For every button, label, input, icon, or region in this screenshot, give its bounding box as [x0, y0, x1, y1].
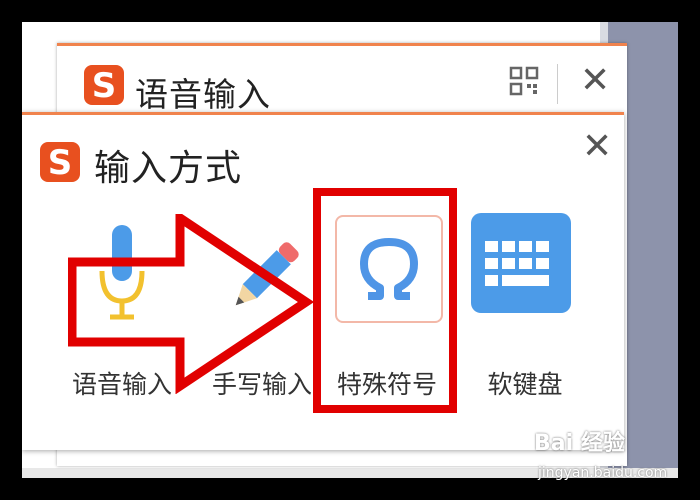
svg-text:S: S	[92, 66, 117, 106]
sogou-logo-icon: S	[82, 63, 126, 111]
soft-keyboard-button[interactable]: 软键盘	[465, 213, 585, 399]
close-icon[interactable]: ✕	[580, 63, 610, 99]
watermark-brand: Bai 经验	[534, 431, 625, 456]
highlight-frame	[313, 188, 457, 413]
svg-text:S: S	[48, 143, 73, 183]
panel-title: 输入方式	[94, 148, 243, 189]
soft-keyboard-label: 软键盘	[487, 370, 563, 399]
annotation-arrow-icon	[67, 209, 315, 398]
qr-code-icon[interactable]	[509, 66, 539, 100]
watermark-url: jingyan.baidu.com	[538, 465, 668, 481]
toolbar-separator	[557, 64, 558, 104]
keyboard-icon	[471, 213, 571, 313]
panel-title: 语音输入	[135, 75, 271, 114]
sogou-logo-icon: S	[38, 140, 82, 188]
close-icon[interactable]: ✕	[582, 129, 612, 165]
